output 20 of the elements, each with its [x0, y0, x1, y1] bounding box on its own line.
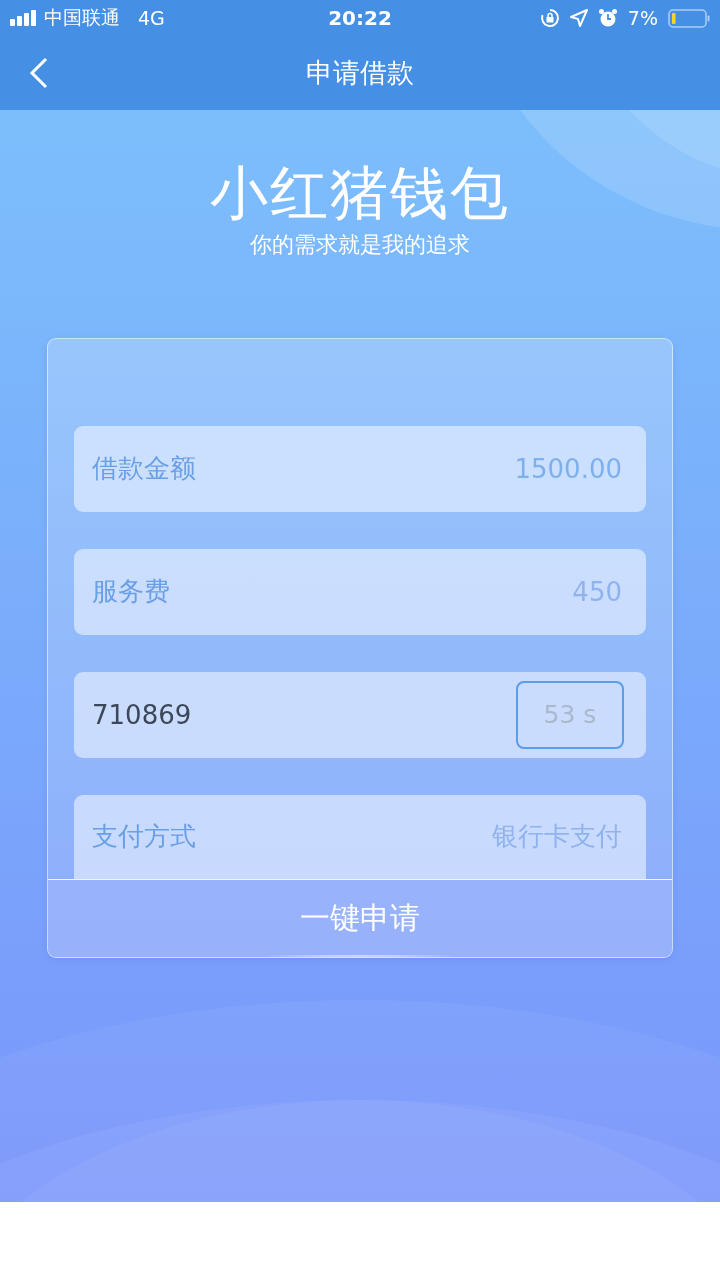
input-field[interactable]: 借款金额 1500.00 — [74, 425, 646, 512]
field-label: 借款金额 — [92, 452, 196, 486]
app-title: 小红猪钱包 — [210, 162, 510, 226]
battery-icon — [668, 8, 710, 28]
input-field[interactable]: 服务费 450 — [74, 548, 646, 635]
field-label: 服务费 — [92, 575, 170, 609]
battery-percent: 7% — [627, 7, 658, 29]
rotation-lock-icon — [539, 8, 560, 28]
app-slogan: 你的需求就是我的追求 — [250, 230, 470, 259]
location-icon — [569, 9, 588, 27]
back-icon[interactable] — [28, 56, 50, 90]
page-title: 申请借款 — [306, 56, 414, 90]
signal-icon — [10, 10, 38, 26]
apply-button[interactable]: 一键申请 — [48, 878, 672, 957]
input-field[interactable]: 支付方式 银行卡支付 — [74, 794, 646, 879]
field-label: 支付方式 — [92, 820, 196, 854]
network-type: 4G — [138, 7, 165, 29]
alarm-icon — [597, 8, 618, 28]
carrier-name: 中国联通 — [44, 5, 120, 30]
clock-time: 20:22 — [328, 6, 392, 30]
